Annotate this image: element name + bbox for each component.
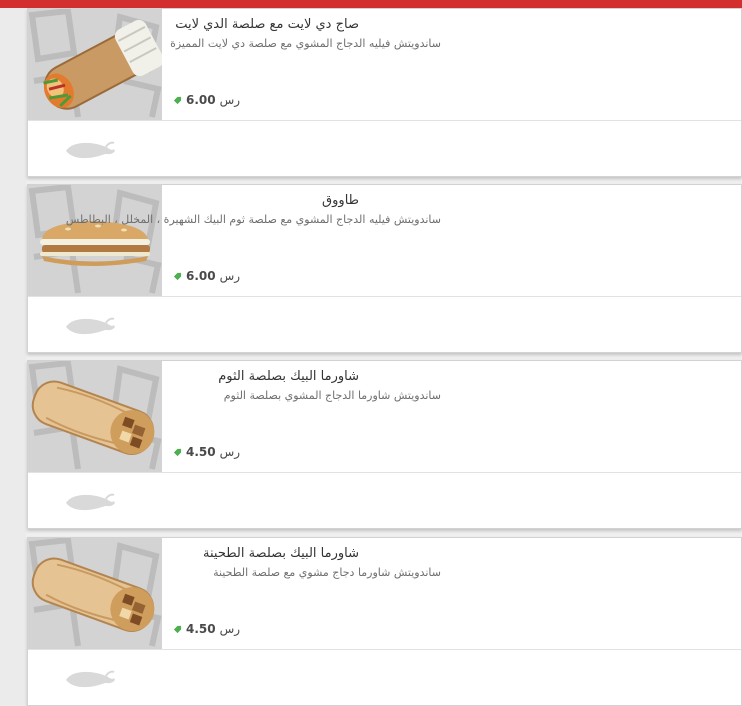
item-description: ساندويتش فيليه الدجاج المشوي مع صلصة دي … [170, 37, 441, 50]
price-currency: رس [219, 445, 241, 459]
item-title: صاج دي لايت مع صلصة الدي لايت [175, 17, 359, 32]
price-value: 4.50 [186, 445, 216, 459]
price-tag-icon [173, 448, 182, 456]
chili-pepper-icon[interactable] [62, 666, 116, 692]
shawarma-wrap-image[interactable] [28, 538, 162, 649]
item-title: شاورما البيك بصلصة الطحينة [203, 546, 359, 561]
menu-item-footer [28, 473, 741, 528]
menu-item-card[interactable]: صاج دي لايت مع صلصة الدي لايت ساندويتش ف… [27, 8, 742, 177]
price-tag-icon [173, 625, 182, 633]
chili-pepper-icon[interactable] [62, 313, 116, 339]
header-bar [0, 0, 742, 8]
price-currency: رس [219, 269, 241, 283]
price-tag-icon [173, 96, 182, 104]
chili-pepper-icon[interactable] [62, 137, 116, 163]
menu-item-card[interactable]: شاورما البيك بصلصة الطحينة ساندويتش شاور… [27, 537, 742, 706]
price: 4.50 رس [173, 445, 240, 459]
item-description: ساندويتش شاورما دجاج مشوي مع صلصة الطحين… [213, 566, 441, 579]
burger-sandwich-image[interactable] [28, 185, 162, 296]
price-value: 6.00 [186, 93, 216, 107]
menu-item-footer [28, 650, 741, 705]
menu-item-header: شاورما البيك بصلصة الثوم ساندويتش شاورما… [28, 361, 741, 473]
menu-item-header: صاج دي لايت مع صلصة الدي لايت ساندويتش ف… [28, 9, 741, 121]
menu-item-card[interactable]: طاووق ساندويتش فيليه الدجاج المشوي مع صل… [27, 184, 742, 353]
price-currency: رس [219, 93, 241, 107]
price: 6.00 رس [173, 93, 240, 107]
menu-item-footer [28, 121, 741, 176]
item-description: ساندويتش شاورما الدجاج المشوي بصلصة الثو… [223, 389, 441, 402]
price-tag-icon [173, 272, 182, 280]
wrap-sandwich-image[interactable] [28, 9, 162, 120]
item-title: شاورما البيك بصلصة الثوم [218, 369, 359, 384]
left-gutter [0, 8, 26, 706]
price-currency: رس [219, 622, 241, 636]
price: 4.50 رس [173, 622, 240, 636]
shawarma-wrap-image[interactable] [28, 361, 162, 472]
price-value: 6.00 [186, 269, 216, 283]
item-description: ساندويتش فيليه الدجاج المشوي مع صلصة ثوم… [65, 213, 441, 226]
menu-item-card[interactable]: شاورما البيك بصلصة الثوم ساندويتش شاورما… [27, 360, 742, 529]
menu-item-header: شاورما البيك بصلصة الطحينة ساندويتش شاور… [28, 538, 741, 650]
menu-item-footer [28, 297, 741, 352]
price: 6.00 رس [173, 269, 240, 283]
menu-item-header: طاووق ساندويتش فيليه الدجاج المشوي مع صل… [28, 185, 741, 297]
item-title: طاووق [322, 193, 359, 208]
chili-pepper-icon[interactable] [62, 489, 116, 515]
price-value: 4.50 [186, 622, 216, 636]
